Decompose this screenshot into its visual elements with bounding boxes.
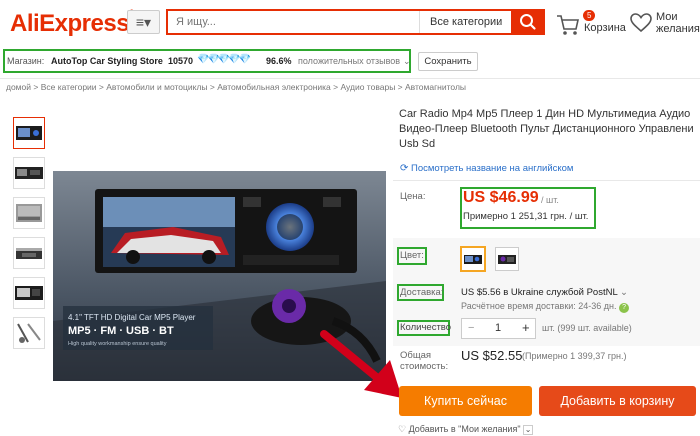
chevron-down-icon: ⌄ xyxy=(495,17,503,27)
store-score: 10570 xyxy=(168,56,194,66)
heart-icon xyxy=(630,13,652,33)
cart-count-badge: 5 xyxy=(583,10,596,21)
search-icon xyxy=(520,14,536,30)
car-radio-thumbnail-image xyxy=(17,323,41,343)
breadcrumb[interactable]: домой > Все категории > Автомобили и мот… xyxy=(6,82,466,92)
color-option-selected[interactable] xyxy=(460,246,486,272)
product-thumbnail[interactable] xyxy=(13,317,45,349)
diamond-rating-icon: 💎💎💎💎💎 xyxy=(197,54,251,65)
search-input[interactable] xyxy=(168,11,418,33)
product-title: Car Radio Mp4 Mp5 Плеер 1 Дин HD Мультим… xyxy=(399,108,694,150)
cart-label: Корзина xyxy=(584,22,626,34)
heart-icon: ♡ xyxy=(398,424,407,434)
buy-now-button[interactable]: Купить сейчас xyxy=(399,386,532,416)
help-icon[interactable]: ? xyxy=(619,303,630,313)
add-to-wishlist-link[interactable]: ♡ Добавить в "Мои желания" ⌄ xyxy=(398,424,534,435)
search-button[interactable] xyxy=(511,9,545,35)
wishlist-label-line1: Мои xyxy=(656,11,678,23)
add-to-cart-button[interactable]: Добавить в корзину xyxy=(539,386,696,416)
wishlist-label-line2: желания xyxy=(656,23,700,35)
product-price: US $46.99 xyxy=(463,189,539,206)
store-label: Магазин: xyxy=(7,56,45,66)
cart-icon xyxy=(557,15,579,35)
search-category-label: Все категории xyxy=(430,16,503,28)
header: AliExpress® ≡▾ Все категории ⌄ 5 Корзина… xyxy=(0,0,700,46)
car-radio-thumbnail-image xyxy=(16,204,42,222)
product-thumbnail[interactable] xyxy=(13,277,45,309)
delivery-label: Доставка: xyxy=(400,287,444,298)
color-option[interactable] xyxy=(495,247,519,271)
add-to-wishlist-text: Добавить в "Мои желания" xyxy=(408,424,521,434)
chevron-down-icon: ⌄ xyxy=(620,287,629,298)
quantity-increase-button[interactable]: + xyxy=(522,320,530,335)
delivery-value[interactable]: US $5.56 в Ukraine службой PostNL ⌄ xyxy=(461,287,628,298)
total-local: (Примерно 1 399,37 грн.) xyxy=(522,351,627,361)
total-value: US $52.55 xyxy=(461,348,523,363)
wishlist-link[interactable]: Мои желания xyxy=(630,10,700,40)
product-thumbnail[interactable] xyxy=(13,157,45,189)
chevron-down-icon[interactable]: ⌄ xyxy=(403,56,411,67)
category-menu-button[interactable]: ≡▾ xyxy=(127,10,160,34)
total-label-line1: Общая xyxy=(400,350,432,361)
divider xyxy=(0,78,700,79)
product-thumbnail[interactable] xyxy=(13,117,45,149)
car-radio-thumbnail-image xyxy=(16,248,42,259)
total-label-line2: стоимость: xyxy=(400,361,449,372)
color-label: Цвет: xyxy=(400,250,424,261)
chevron-down-icon: ⌄ xyxy=(523,425,534,435)
logo-text: AliExpress xyxy=(10,10,130,37)
product-thumbnail[interactable] xyxy=(13,237,45,269)
car-radio-thumbnail-image xyxy=(16,126,42,140)
delivery-value-text: US $5.56 в Ukraine службой PostNL xyxy=(461,287,618,298)
store-name[interactable]: AutoTop Car Styling Store xyxy=(51,56,163,66)
color-option-image xyxy=(464,255,482,264)
search-category-select[interactable]: Все категории ⌄ xyxy=(419,11,511,33)
quantity-available: шт. (999 шт. available) xyxy=(542,323,632,333)
quantity-stepper: − 1 + xyxy=(461,318,536,339)
delivery-time-text: Расчётное время доставки: 24-36 дн. xyxy=(461,301,617,311)
image-caption-line1: 4.1" TFT HD Digital Car MP5 Player xyxy=(68,313,196,322)
price-local: Примерно 1 251,31 грн. / шт. xyxy=(463,211,589,222)
translate-title-link[interactable]: ⟳ Посмотреть название на английском xyxy=(400,163,573,174)
search-box: Все категории ⌄ xyxy=(166,9,511,35)
color-option-image xyxy=(498,255,516,264)
product-thumbnail[interactable] xyxy=(13,197,45,229)
car-radio-thumbnail-image xyxy=(15,167,43,179)
price-unit: / шт. xyxy=(541,195,559,205)
price-label: Цена: xyxy=(400,191,426,202)
image-caption-line2: MP5 · FM · USB · BT xyxy=(68,325,174,337)
store-feedback-label: положительных отзывов xyxy=(298,56,401,66)
aliexpress-logo[interactable]: AliExpress® xyxy=(10,10,134,38)
store-feedback-percent: 96.6% xyxy=(266,56,292,66)
cart-link[interactable]: 5 Корзина xyxy=(556,10,626,38)
save-store-button[interactable]: Сохранить xyxy=(418,52,478,71)
wishlist-label: Мои желания xyxy=(656,11,700,35)
quantity-decrease-button[interactable]: − xyxy=(468,322,474,334)
delivery-time: Расчётное время доставки: 24-36 дн. ? xyxy=(461,301,630,313)
translate-link-text: Посмотреть название на английском xyxy=(411,163,574,174)
image-caption-line3: High quality workmanship ensure quality xyxy=(68,341,167,347)
quantity-label: Количество xyxy=(400,322,452,333)
total-label: Общая стоимость: xyxy=(400,350,448,372)
quantity-input[interactable]: 1 xyxy=(495,322,501,334)
car-radio-thumbnail-image xyxy=(15,286,43,300)
translate-icon: ⟳ xyxy=(400,163,409,174)
store-info-bar: Магазин: AutoTop Car Styling Store 10570… xyxy=(3,49,411,73)
divider xyxy=(393,180,700,181)
